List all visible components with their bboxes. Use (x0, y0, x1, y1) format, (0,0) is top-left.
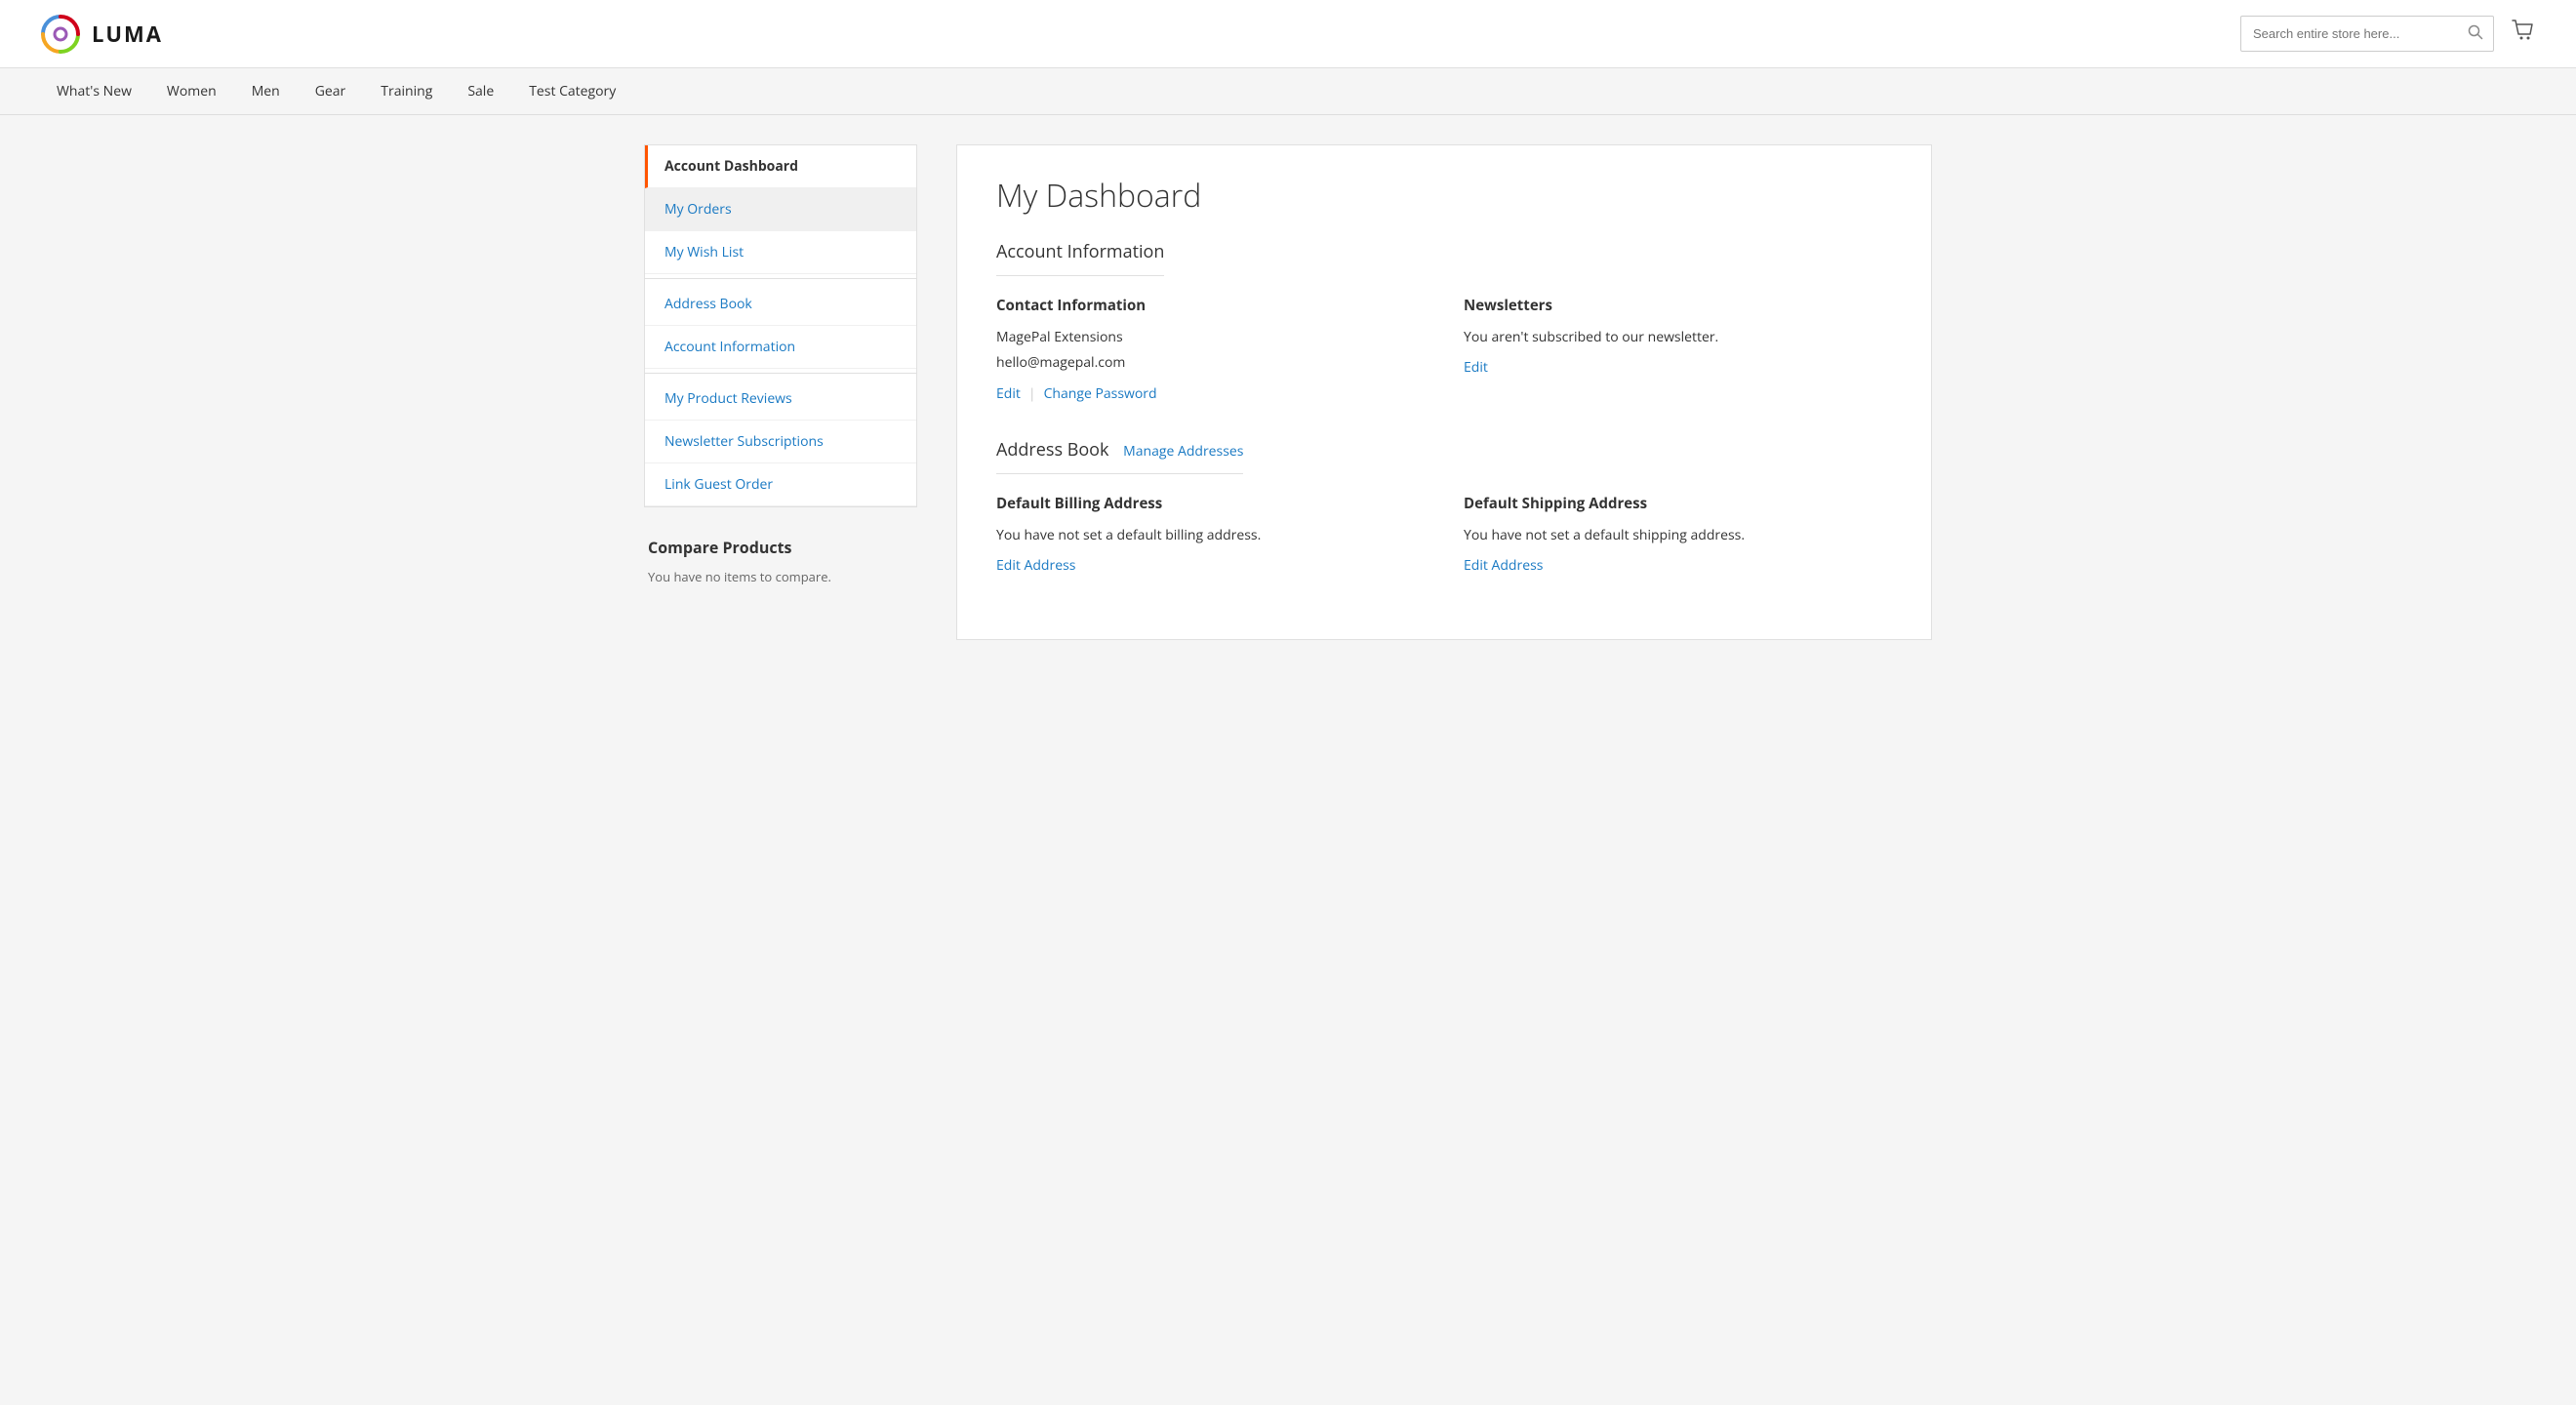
sidebar-item-account-dashboard[interactable]: Account Dashboard (645, 145, 916, 188)
search-icon (2468, 24, 2483, 40)
account-info-columns: Contact Information MagePal Extensions h… (996, 296, 1892, 403)
compare-section: Compare Products You have no items to co… (644, 537, 917, 585)
address-book-columns: Default Billing Address You have not set… (996, 494, 1892, 575)
nav-item-test-category[interactable]: Test Category (511, 68, 633, 115)
compare-title: Compare Products (648, 537, 913, 558)
cart-button[interactable] (2510, 17, 2537, 51)
nav-item-gear[interactable]: Gear (298, 68, 364, 115)
billing-actions: Edit Address (996, 556, 1425, 575)
search-bar (2240, 16, 2494, 52)
sidebar-item-newsletter-subscriptions[interactable]: Newsletter Subscriptions (645, 421, 916, 463)
contact-edit-link[interactable]: Edit (996, 384, 1021, 403)
sidebar: Account Dashboard My Orders My Wish List… (644, 144, 917, 640)
sidebar-item-my-product-reviews[interactable]: My Product Reviews (645, 378, 916, 421)
contact-info-col: Contact Information MagePal Extensions h… (996, 296, 1425, 403)
cart-icon (2510, 17, 2537, 44)
main-nav: What's New Women Men Gear Training Sale … (0, 68, 2576, 115)
sidebar-divider-1 (645, 278, 916, 279)
sidebar-nav: Account Dashboard My Orders My Wish List… (644, 144, 917, 507)
sidebar-item-account-information[interactable]: Account Information (645, 326, 916, 369)
shipping-text: You have not set a default shipping addr… (1464, 525, 1892, 546)
logo-icon (39, 13, 82, 56)
sidebar-divider-2 (645, 373, 916, 374)
shipping-address-col: Default Shipping Address You have not se… (1464, 494, 1892, 575)
nav-item-women[interactable]: Women (149, 68, 234, 115)
contact-email: hello@magepal.com (996, 352, 1425, 374)
address-book-title: Address Book Manage Addresses (996, 438, 1243, 474)
nav-item-sale[interactable]: Sale (450, 68, 511, 115)
shipping-title: Default Shipping Address (1464, 494, 1892, 513)
shipping-edit-link[interactable]: Edit Address (1464, 556, 1543, 575)
main-layout: Account Dashboard My Orders My Wish List… (605, 115, 1971, 669)
search-button[interactable] (2458, 17, 2493, 51)
shipping-actions: Edit Address (1464, 556, 1892, 575)
billing-text: You have not set a default billing addre… (996, 525, 1425, 546)
newsletters-title: Newsletters (1464, 296, 1892, 315)
change-password-link[interactable]: Change Password (1044, 384, 1157, 403)
sidebar-item-my-wish-list[interactable]: My Wish List (645, 231, 916, 274)
address-book-header: Address Book Manage Addresses (996, 438, 1892, 474)
search-input[interactable] (2241, 19, 2458, 49)
header-right (2240, 16, 2537, 52)
contact-separator: | (1028, 384, 1036, 403)
address-book-title-text: Address Book (996, 438, 1108, 462)
contact-actions: Edit | Change Password (996, 384, 1425, 403)
header: LUMA (0, 0, 2576, 68)
account-info-header: Account Information (996, 240, 1892, 276)
sidebar-item-my-orders[interactable]: My Orders (645, 188, 916, 231)
billing-title: Default Billing Address (996, 494, 1425, 513)
newsletters-edit-link[interactable]: Edit (1464, 358, 1488, 377)
newsletters-actions: Edit (1464, 358, 1892, 377)
page-title: My Dashboard (996, 175, 1892, 217)
newsletters-text: You aren't subscribed to our newsletter. (1464, 327, 1892, 348)
account-info-section: Account Information Contact Information … (996, 240, 1892, 403)
nav-item-men[interactable]: Men (234, 68, 298, 115)
compare-text: You have no items to compare. (648, 568, 913, 585)
nav-item-whats-new[interactable]: What's New (39, 68, 149, 115)
logo-text: LUMA (92, 20, 163, 49)
manage-addresses-link[interactable]: Manage Addresses (1123, 442, 1243, 461)
contact-info-title: Contact Information (996, 296, 1425, 315)
contact-name: MagePal Extensions (996, 327, 1425, 348)
logo[interactable]: LUMA (39, 13, 163, 56)
address-book-section: Address Book Manage Addresses Default Bi… (996, 438, 1892, 575)
main-content: My Dashboard Account Information Contact… (956, 144, 1932, 640)
billing-address-col: Default Billing Address You have not set… (996, 494, 1425, 575)
nav-item-training[interactable]: Training (363, 68, 450, 115)
account-info-title: Account Information (996, 240, 1164, 276)
sidebar-item-link-guest-order[interactable]: Link Guest Order (645, 463, 916, 506)
sidebar-item-address-book[interactable]: Address Book (645, 283, 916, 326)
billing-edit-link[interactable]: Edit Address (996, 556, 1075, 575)
newsletters-col: Newsletters You aren't subscribed to our… (1464, 296, 1892, 403)
